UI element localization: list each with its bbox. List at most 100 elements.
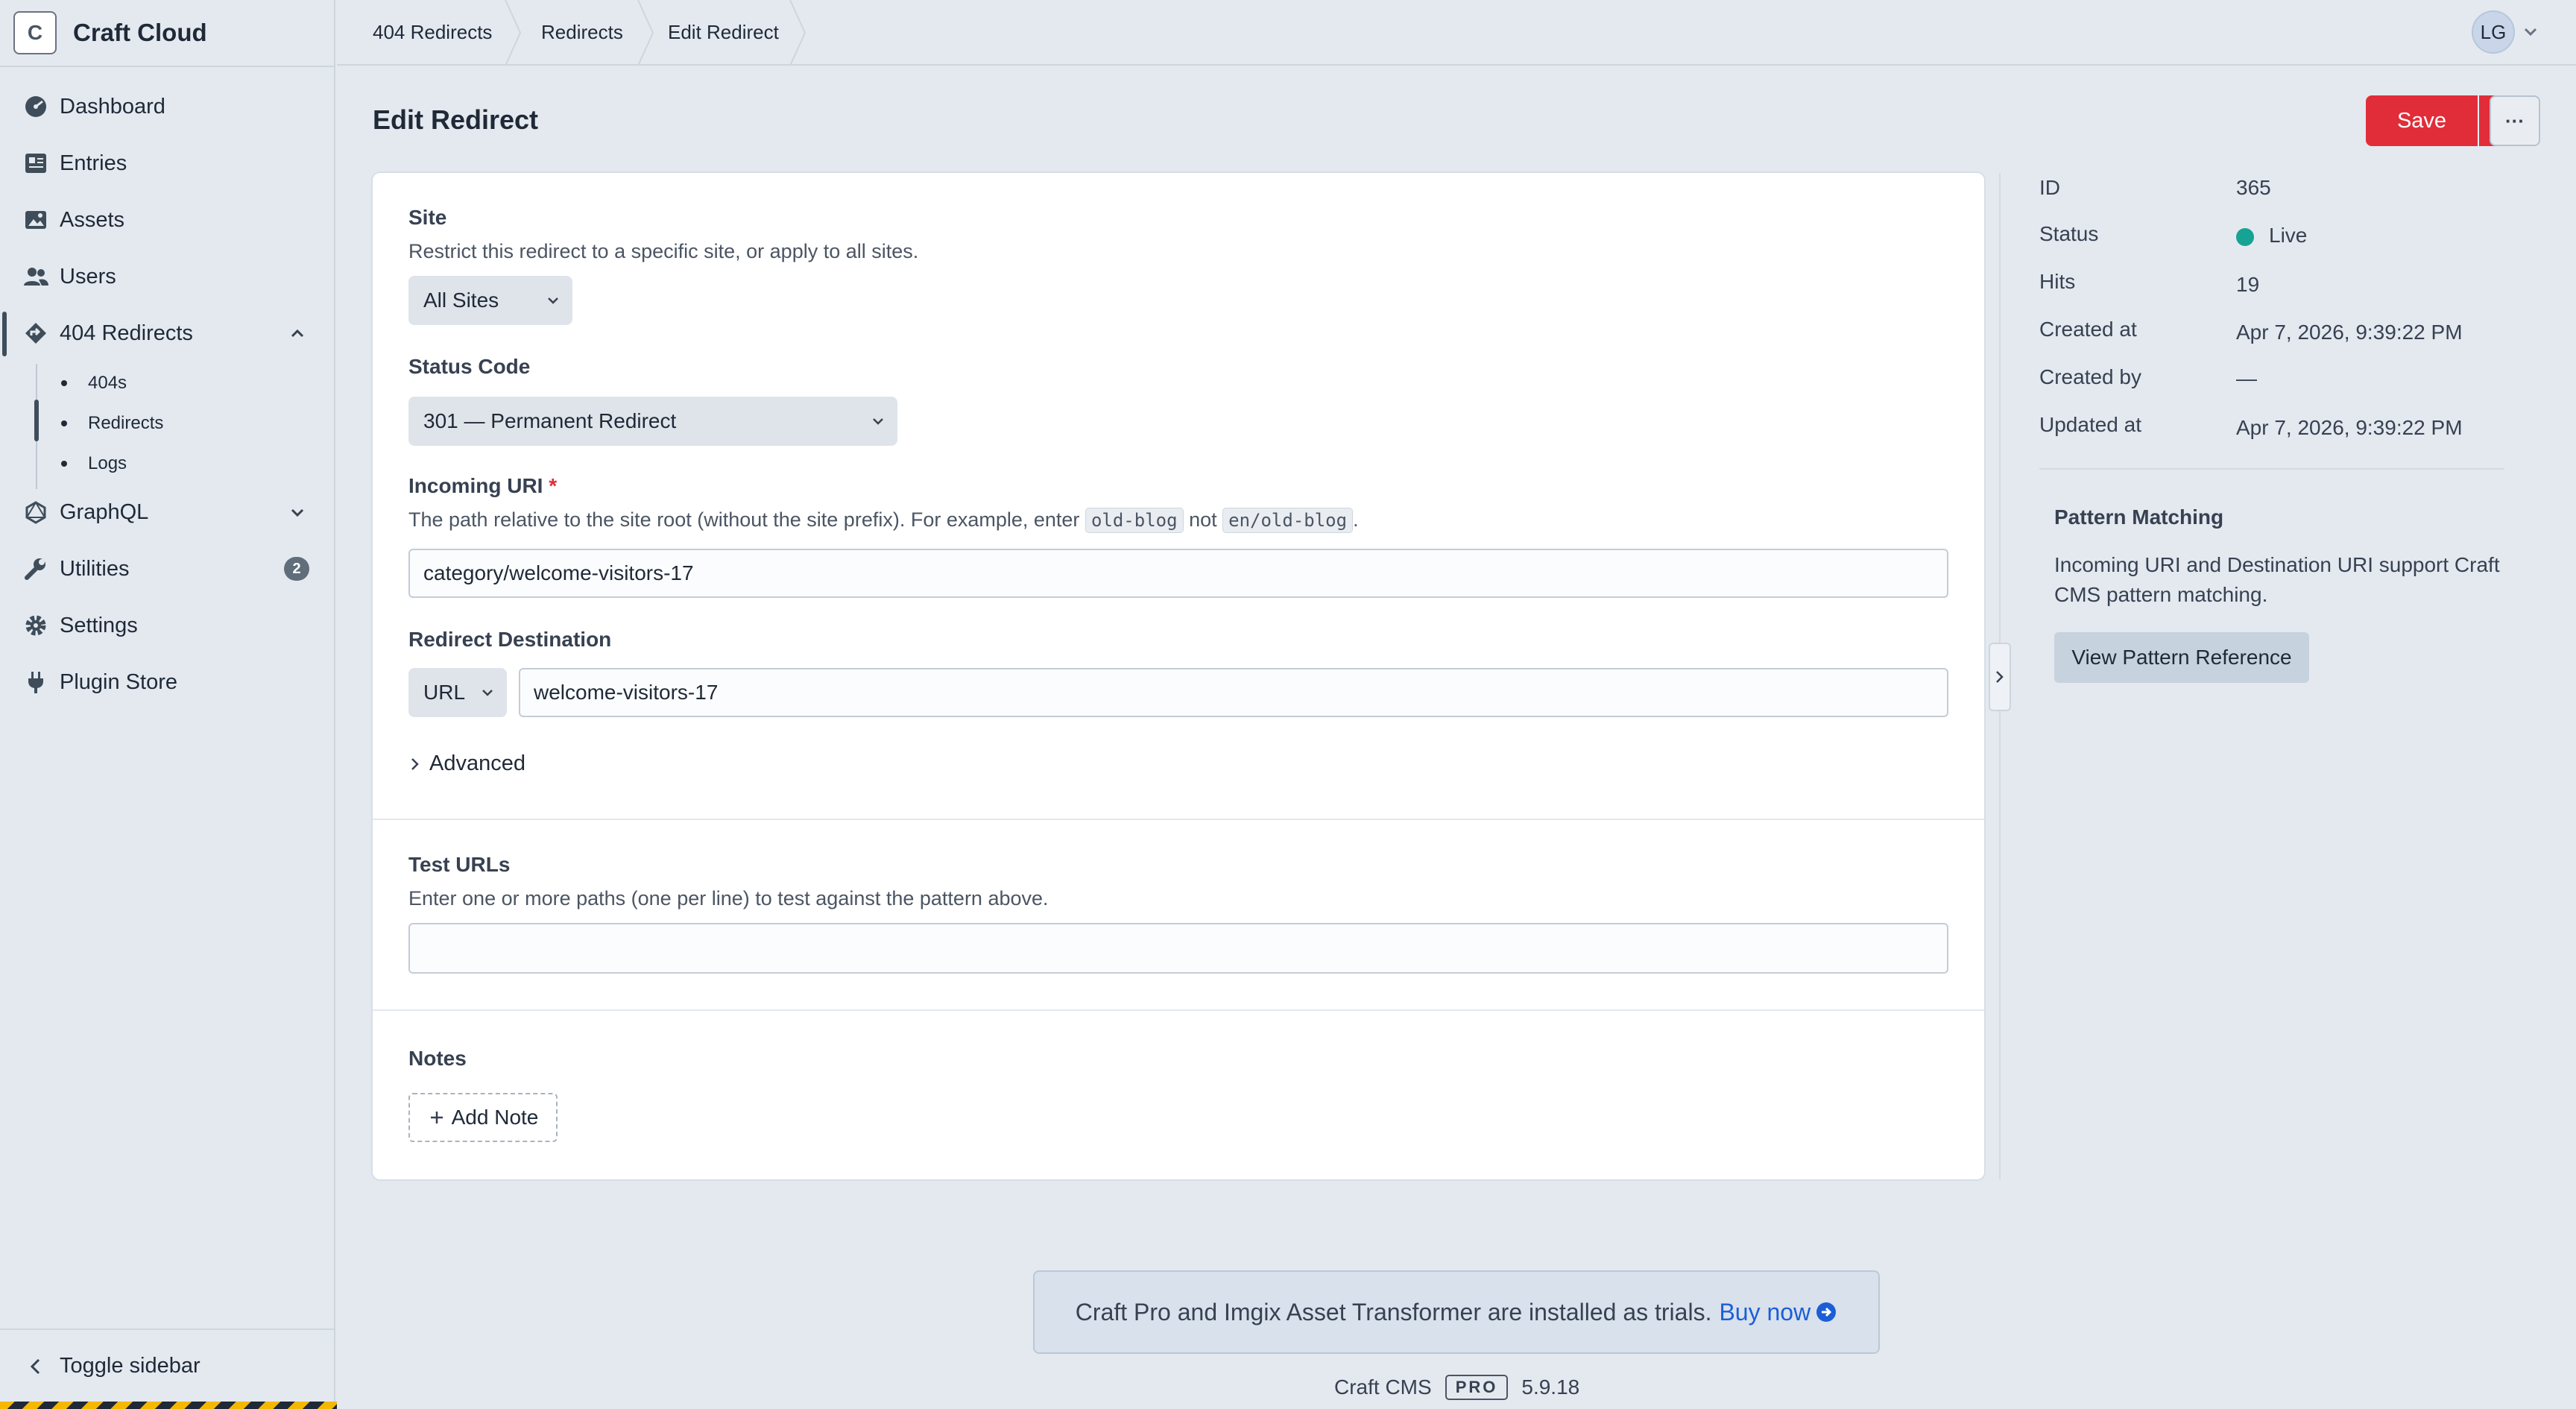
destination-type-value: URL [423, 681, 466, 704]
site-label: Site [408, 206, 447, 229]
status-code-select[interactable]: 301 — Permanent Redirect [408, 397, 897, 446]
test-urls-textarea[interactable] [408, 923, 1948, 974]
meta-divider [2039, 468, 2504, 470]
meta-status-label: Status [2039, 222, 2099, 245]
sidebar-item-label: Assets [60, 207, 125, 232]
sidebar-item-404-redirects[interactable]: 404 Redirects [0, 310, 335, 356]
incoming-uri-hint: The path relative to the site root (with… [408, 508, 1359, 533]
chevron-down-icon [2524, 28, 2537, 37]
sidebar-item-label: Dashboard [60, 94, 165, 119]
destination-type-select[interactable]: URL [408, 668, 507, 717]
sidebar-item-plugin-store[interactable]: Plugin Store [0, 659, 335, 705]
sidebar-item-graphql[interactable]: GraphQL [0, 489, 335, 535]
save-button[interactable]: Save [2366, 95, 2478, 146]
sidebar-item-entries[interactable]: Entries [0, 140, 335, 186]
users-icon [24, 268, 48, 286]
chevron-up-icon[interactable] [286, 322, 309, 344]
sidebar-subitem-404s[interactable]: 404s [61, 367, 127, 400]
sidebar-item-label: 404 Redirects [60, 321, 193, 345]
breadcrumb-separator-icon [789, 0, 806, 66]
brand[interactable]: C Craft Cloud [13, 10, 207, 55]
assets-icon [25, 211, 46, 229]
more-actions-button[interactable]: ··· [2490, 95, 2540, 146]
meta-created-at-label: Created at [2039, 318, 2137, 341]
wrench-icon [25, 558, 45, 580]
sidebar-item-label: Settings [60, 613, 138, 637]
site-hint: Restrict this redirect to a specific sit… [408, 240, 919, 262]
meta-id-label: ID [2039, 176, 2060, 199]
sidebar-subitem-label: 404s [88, 373, 127, 393]
redirect-destination-label: Redirect Destination [408, 628, 612, 651]
notes-label: Notes [408, 1047, 467, 1070]
sidebar-item-users[interactable]: Users [0, 253, 335, 300]
gear-icon [25, 615, 46, 636]
bullet-icon [61, 461, 67, 467]
sidebar-subitem-label: Redirects [88, 413, 164, 433]
pattern-matching-title: Pattern Matching [2054, 505, 2224, 529]
sidebar-item-assets[interactable]: Assets [0, 197, 335, 243]
meta-hits-value: 19 [2236, 273, 2260, 296]
meta-hits-label: Hits [2039, 270, 2076, 293]
advanced-toggle[interactable]: Advanced [405, 751, 525, 776]
page-title: Edit Redirect [373, 104, 539, 135]
dashboard-icon [25, 96, 46, 117]
test-urls-label: Test URLs [408, 853, 511, 876]
status-code-select-value: 301 — Permanent Redirect [423, 409, 677, 432]
status-code-label: Status Code [408, 355, 531, 378]
hint-text: . [1353, 508, 1359, 531]
sidebar-subitem-logs[interactable]: Logs [61, 447, 127, 480]
section-divider [373, 819, 1984, 820]
pattern-matching-text: Incoming URI and Destination URI support… [2054, 553, 2500, 606]
plug-icon [28, 672, 43, 693]
count-badge: 2 [284, 557, 309, 581]
meta-created-by-label: Created by [2039, 365, 2141, 388]
sidebar-item-label: Plugin Store [60, 669, 177, 694]
breadcrumb-redirects[interactable]: Redirects [541, 0, 623, 64]
sidebar-divider [0, 66, 335, 67]
sidebar-divider [0, 1328, 335, 1330]
user-menu[interactable]: LG [2472, 10, 2542, 54]
incoming-uri-input[interactable]: category/welcome-visitors-17 [408, 549, 1948, 598]
sidebar-item-label: Utilities [60, 556, 130, 581]
breadcrumb-edit-redirect[interactable]: Edit Redirect [668, 0, 779, 64]
meta-id-value: 365 [2236, 176, 2271, 199]
chevron-right-icon [411, 757, 419, 770]
view-pattern-reference-button[interactable]: View Pattern Reference [2054, 632, 2309, 683]
collapse-details-button[interactable] [1989, 643, 2011, 711]
bullet-icon [61, 380, 67, 386]
avatar: LG [2472, 10, 2515, 54]
sidebar-item-settings[interactable]: Settings [0, 602, 335, 649]
plus-icon [430, 1112, 443, 1123]
incoming-uri-label-text: Incoming URI [408, 474, 543, 497]
sidebar-subitem-redirects[interactable]: Redirects [61, 407, 163, 440]
sidebar-item-utilities[interactable]: Utilities 2 [0, 546, 335, 592]
brand-name: Craft Cloud [73, 19, 207, 46]
toggle-sidebar-button[interactable]: Toggle sidebar [0, 1342, 335, 1390]
test-urls-hint: Enter one or more paths (one per line) t… [408, 887, 1049, 910]
breadcrumb-404-redirects[interactable]: 404 Redirects [373, 0, 492, 64]
chevron-down-icon [548, 297, 558, 304]
chevron-down-icon[interactable] [286, 501, 309, 523]
add-note-button[interactable]: Add Note [408, 1093, 558, 1142]
brand-logo: C [13, 11, 57, 54]
sidebar-subitem-label: Logs [88, 453, 127, 473]
toggle-sidebar-label: Toggle sidebar [60, 1353, 201, 1378]
meta-updated-at-value: Apr 7, 2026, 9:39:22 PM [2236, 416, 2463, 439]
chevron-left-icon [30, 1358, 40, 1375]
sidebar-item-label: Users [60, 264, 116, 289]
chevron-right-icon [1996, 671, 2004, 683]
site-select-value: All Sites [423, 289, 499, 312]
hint-text: The path relative to the site root (with… [408, 508, 1080, 531]
meta-created-at-value: Apr 7, 2026, 9:39:22 PM [2236, 321, 2463, 344]
hint-text: not [1189, 508, 1217, 531]
dev-mode-stripe [0, 1402, 337, 1409]
meta-status-value: Live [2269, 224, 2308, 247]
footer-version: 5.9.18 [1521, 1375, 1580, 1399]
advanced-label: Advanced [429, 751, 525, 775]
sidebar-item-dashboard[interactable]: Dashboard [0, 83, 335, 130]
footer-product: Craft CMS [1334, 1375, 1432, 1399]
destination-url-input[interactable]: welcome-visitors-17 [519, 668, 1948, 717]
meta-created-by-value: — [2236, 367, 2257, 390]
site-select[interactable]: All Sites [408, 276, 572, 325]
buy-now-link[interactable]: Buy now [1719, 1299, 1837, 1326]
